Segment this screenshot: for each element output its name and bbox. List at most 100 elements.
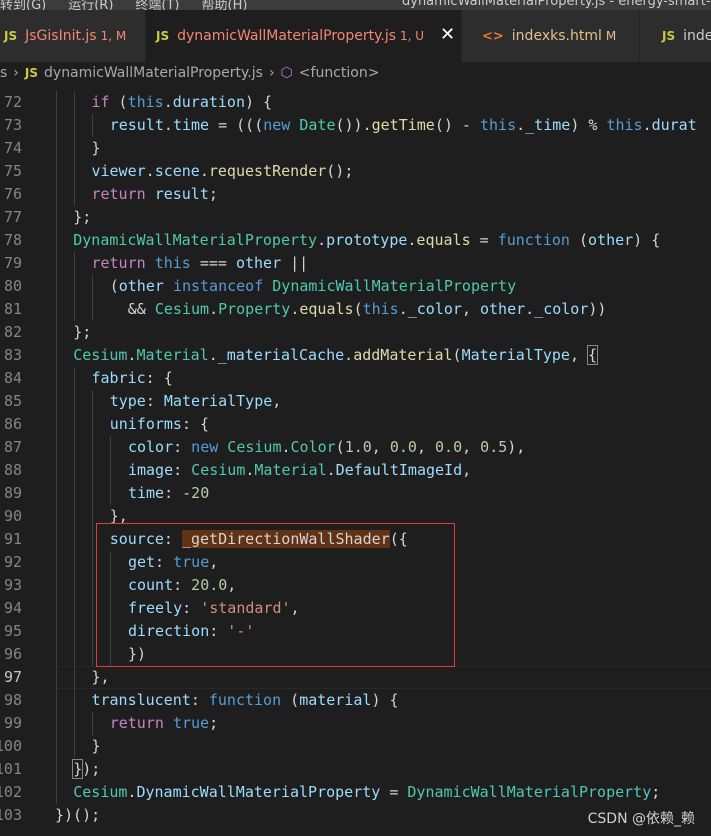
code-line[interactable]: 99 return true; xyxy=(0,712,711,735)
code-token: ); xyxy=(82,760,101,778)
code-token: equals xyxy=(416,231,471,249)
code-token: . xyxy=(145,162,155,180)
code-token: }; xyxy=(73,323,92,341)
code-line[interactable]: 98 translucent: function (material) { xyxy=(0,689,711,712)
code-line[interactable]: 101}); xyxy=(0,758,711,781)
code-token: . xyxy=(344,346,354,364)
code-line[interactable]: 72 if (this.duration) { xyxy=(0,91,711,114)
code-token: DynamicWallMaterialProperty xyxy=(136,783,381,801)
code-token: Material xyxy=(254,461,327,479)
code-token: fabric xyxy=(91,369,146,387)
code-token: viewer xyxy=(91,162,146,180)
code-token: requestRender xyxy=(208,162,327,180)
close-icon[interactable]: ✕ xyxy=(440,24,455,45)
breadcrumb-file[interactable]: dynamicWallMaterialProperty.js xyxy=(44,65,263,81)
code-line[interactable]: 88 image: Cesium.Material.DefaultImageId, xyxy=(0,459,711,482)
code-line[interactable]: 79 return this === other || xyxy=(0,252,711,275)
html-file-icon: <> xyxy=(482,29,504,44)
code-line[interactable]: 82}; xyxy=(0,321,711,344)
menu-goto[interactable]: 转到(G) xyxy=(0,0,46,10)
tab-dynamicwallmaterialproperty[interactable]: JS dynamicWallMaterialProperty.js 1, U ✕ xyxy=(146,10,462,62)
code-token: Cesium xyxy=(191,461,246,479)
indent-guide xyxy=(55,367,57,390)
indent-guide xyxy=(73,620,75,643)
code-token: return xyxy=(109,714,164,732)
code-token: new xyxy=(263,116,291,134)
code-token: Cesium xyxy=(73,346,128,364)
code-token: getTime xyxy=(371,116,435,134)
code-line[interactable]: 102 Cesium.DynamicWallMaterialProperty = … xyxy=(0,781,711,804)
indent-guide xyxy=(73,367,75,390)
code-line[interactable]: 74} xyxy=(0,137,711,160)
indent-guide xyxy=(91,551,93,574)
line-number: 76 xyxy=(3,185,22,203)
code-token: true xyxy=(172,714,210,732)
line-number: 82 xyxy=(3,323,22,341)
code-token: ()). xyxy=(335,116,372,134)
code-token: . xyxy=(163,116,173,134)
code-token: _time xyxy=(525,116,571,134)
indent-guide xyxy=(91,459,93,482)
code-token: 0.0 xyxy=(435,438,463,456)
code-token: && xyxy=(109,300,155,318)
indent-guide xyxy=(55,689,57,712)
code-line[interactable]: 86 uniforms: { xyxy=(0,413,711,436)
indent-guide xyxy=(55,781,57,804)
breadcrumb-folder[interactable]: s xyxy=(0,65,7,81)
code-text: viewer.scene.requestRender(); xyxy=(91,160,353,183)
code-line[interactable]: 97}, xyxy=(0,666,711,689)
indent-guide xyxy=(73,482,75,505)
line-number: 87 xyxy=(3,438,22,456)
watermark: CSDN @依赖_赖 xyxy=(587,811,695,827)
code-token: if xyxy=(91,93,110,111)
breadcrumb-symbol[interactable]: <function> xyxy=(299,65,380,81)
code-token: new xyxy=(191,438,219,456)
code-token: equals xyxy=(299,300,354,318)
tab-indexks[interactable]: <> indexks.html M xyxy=(462,10,640,62)
code-line[interactable]: 89 time: -20 xyxy=(0,482,711,505)
code-token: this xyxy=(127,93,164,111)
code-line[interactable]: 83 Cesium.Material._materialCache.addMate… xyxy=(0,344,711,367)
indent-guide xyxy=(91,528,93,551)
code-line[interactable]: 84 fabric: { xyxy=(0,367,711,390)
code-token: return xyxy=(91,185,146,203)
code-line[interactable]: 85 type: MaterialType, xyxy=(0,390,711,413)
indent-guide xyxy=(55,666,57,689)
indent-guide xyxy=(110,459,112,482)
line-number: 103 xyxy=(0,806,22,824)
indent-guide xyxy=(55,643,57,666)
code-token: : xyxy=(173,461,192,479)
code-line[interactable]: 76 return result; xyxy=(0,183,711,206)
line-number: 73 xyxy=(3,116,22,134)
code-line[interactable]: 100} xyxy=(0,735,711,758)
line-number: 89 xyxy=(3,484,22,502)
indent-guide xyxy=(73,298,75,321)
line-number: 97 xyxy=(3,668,22,686)
tab-jsgisinit[interactable]: JS JsGisInit.js 1, M xyxy=(0,10,146,62)
indent-guide xyxy=(55,574,57,597)
code-token: other xyxy=(480,300,526,318)
menu-terminal[interactable]: 终端(T) xyxy=(135,0,179,10)
tab-inde[interactable]: JS inde xyxy=(640,10,711,62)
code-line[interactable]: 77}; xyxy=(0,206,711,229)
code-token: ( xyxy=(353,300,363,318)
code-token: durat xyxy=(651,116,697,134)
code-token: other xyxy=(588,231,634,249)
menu-run[interactable]: 运行(R) xyxy=(68,0,113,10)
js-file-icon: JS xyxy=(24,66,39,80)
line-number: 91 xyxy=(3,530,22,548)
indent-guide xyxy=(55,321,57,344)
code-token: ( xyxy=(569,231,589,249)
code-line[interactable]: 75 viewer.scene.requestRender(); xyxy=(0,160,711,183)
code-line[interactable]: 80 (other instanceof DynamicWallMaterialP… xyxy=(0,275,711,298)
code-line[interactable]: 81 && Cesium.Property.equals(this._color… xyxy=(0,298,711,321)
menu-help[interactable]: 帮助(H) xyxy=(202,0,248,10)
code-token: result xyxy=(109,116,164,134)
code-line[interactable]: 78 DynamicWallMaterialProperty.prototype.… xyxy=(0,229,711,252)
code-token: function xyxy=(497,231,570,249)
code-text: type: MaterialType, xyxy=(110,390,282,413)
code-token: _color xyxy=(534,300,589,318)
code-line[interactable]: 87 color: new Cesium.Color(1.0, 0.0, 0.0,… xyxy=(0,436,711,459)
code-line[interactable]: 73 result.time = (((new Date()).getTime()… xyxy=(0,114,711,137)
